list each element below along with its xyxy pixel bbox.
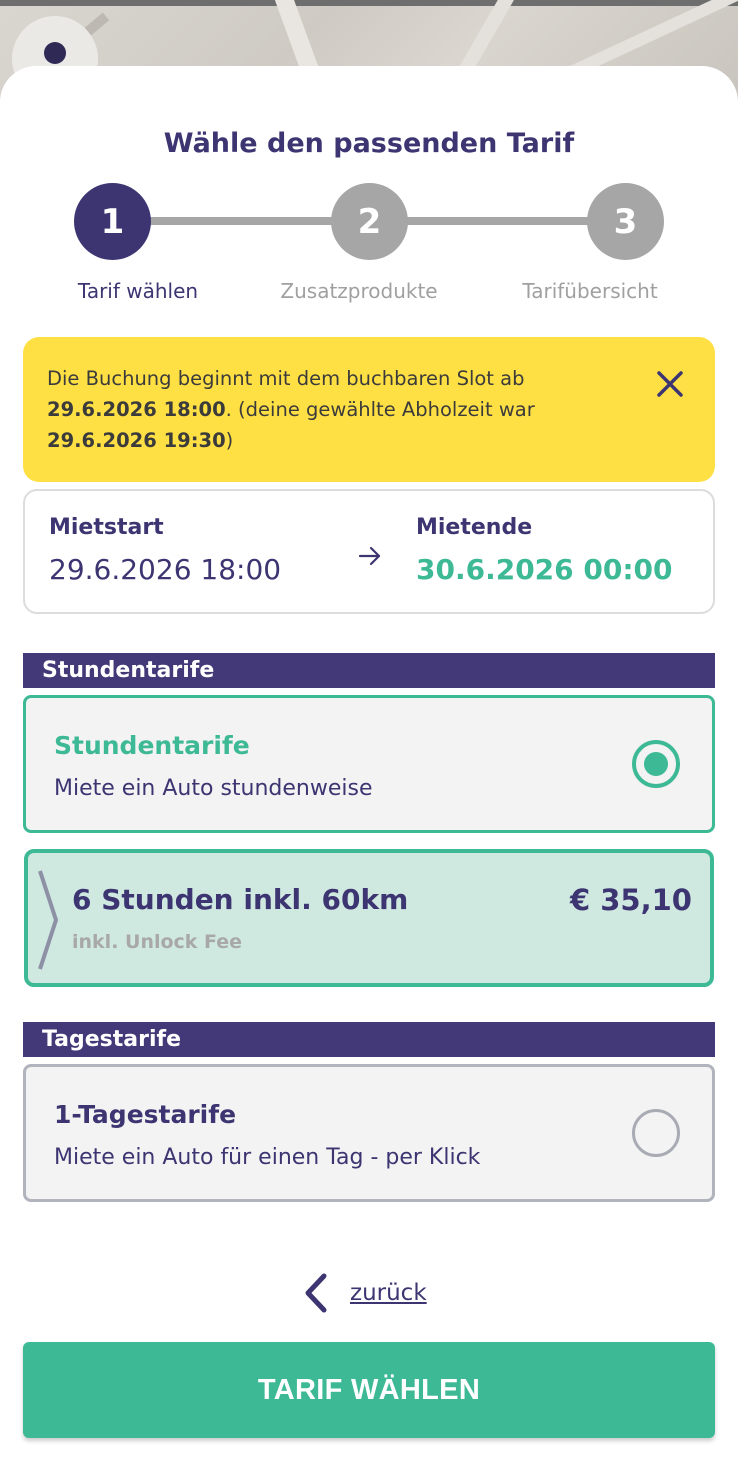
notice-start-date: 29.6.2026 18:00 bbox=[47, 398, 226, 421]
back-link[interactable]: zurück bbox=[300, 1271, 427, 1315]
step-2-label: Zusatzprodukte bbox=[280, 279, 438, 303]
notice-pickup-date: 29.6.2026 19:30 bbox=[47, 429, 226, 452]
option-daily[interactable]: 1-Tagestarife Miete ein Auto für einen T… bbox=[23, 1064, 715, 1202]
rental-end-value: 30.6.2026 00:00 bbox=[416, 553, 673, 586]
notice-text: . (deine gewählte Abholzeit war bbox=[225, 398, 535, 421]
radio-selected[interactable] bbox=[632, 740, 680, 788]
notice-text: Die Buchung beginnt mit dem buchbaren Sl… bbox=[47, 367, 525, 390]
step-3-label: Tarifübersicht bbox=[522, 279, 658, 303]
step-3-circle: 3 bbox=[587, 183, 664, 260]
radio-unselected[interactable] bbox=[632, 1109, 680, 1157]
option-description: Miete ein Auto stundenweise bbox=[54, 776, 373, 801]
back-label[interactable]: zurück bbox=[350, 1280, 427, 1306]
chevron-left-icon bbox=[305, 1273, 327, 1313]
page-title: Wähle den passenden Tarif bbox=[163, 128, 575, 159]
chevron-right-icon bbox=[38, 870, 58, 970]
stepper-line bbox=[400, 217, 600, 225]
rental-start-value: 29.6.2026 18:00 bbox=[49, 553, 282, 586]
rental-period: Mietstart 29.6.2026 18:00 Mietende 30.6.… bbox=[23, 489, 715, 614]
step-1-label: Tarif wählen bbox=[77, 279, 199, 303]
rental-end-label: Mietende bbox=[416, 515, 533, 540]
notice-text: ) bbox=[225, 429, 234, 452]
user-icon bbox=[44, 42, 66, 64]
rental-start-label: Mietstart bbox=[49, 515, 164, 540]
arrow-right-icon bbox=[358, 546, 381, 566]
status-bar bbox=[0, 0, 738, 6]
booking-notice: Die Buchung beginnt mit dem buchbaren Sl… bbox=[23, 337, 715, 482]
step-1-circle: 1 bbox=[74, 183, 151, 260]
option-title: Stundentarife bbox=[54, 731, 250, 760]
tariff-item[interactable]: 6 Stunden inkl. 60km € 35,10 inkl. Unloc… bbox=[24, 849, 714, 987]
option-description: Miete ein Auto für einen Tag - per Klick bbox=[54, 1145, 481, 1170]
tariff-subtitle: inkl. Unlock Fee bbox=[72, 931, 243, 953]
section-header-hourly: Stundentarife bbox=[23, 653, 715, 688]
choose-tariff-button[interactable]: TARIF WÄHLEN bbox=[23, 1342, 715, 1438]
tariff-price: € 35,10 bbox=[569, 883, 692, 917]
option-title: 1-Tagestarife bbox=[54, 1100, 237, 1129]
close-icon[interactable] bbox=[653, 367, 687, 401]
stepper-line bbox=[140, 217, 340, 225]
tariff-sheet: Wähle den passenden Tarif 1 2 3 Tarif wä… bbox=[0, 66, 738, 1459]
tariff-title: 6 Stunden inkl. 60km bbox=[72, 883, 409, 916]
step-2-circle: 2 bbox=[331, 183, 408, 260]
option-hourly[interactable]: Stundentarife Miete ein Auto stundenweis… bbox=[23, 695, 715, 833]
section-header-daily: Tagestarife bbox=[23, 1022, 715, 1057]
